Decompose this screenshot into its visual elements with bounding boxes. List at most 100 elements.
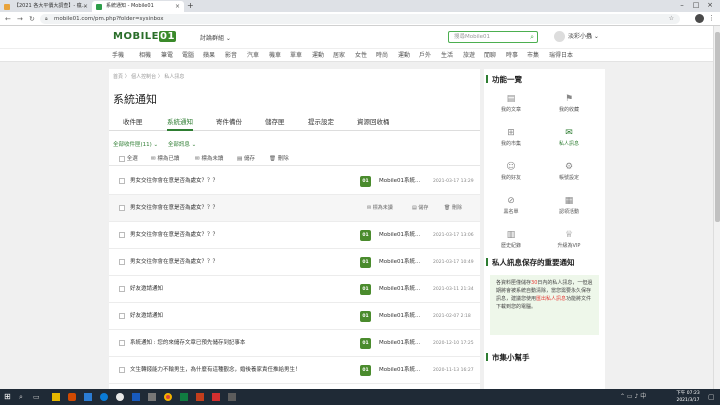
- sidebar-item-my-market[interactable]: ⊞ 我的市集: [492, 127, 530, 157]
- user-menu[interactable]: 淡彩小蟲 ⌄: [554, 31, 599, 43]
- search-icon[interactable]: ⌕: [530, 32, 534, 42]
- category-item[interactable]: 戶外: [419, 49, 431, 63]
- sidebar-item-account-settings[interactable]: ⚙ 帳號設定: [550, 161, 588, 191]
- message-row[interactable]: 文生轉錢能力不輸男生，為什麼有這種觀念，婚後養家責任推給男生！ 01 Mobil…: [109, 357, 480, 384]
- store-icon[interactable]: [84, 393, 92, 401]
- message-row[interactable]: 男女交往你會在意是否為處女？？？ ✉ 標為未讀 ▤ 儲存 🗑︎ 刪除: [109, 195, 480, 222]
- browser-tab-active[interactable]: 系統通知 - Mobile01 ×: [92, 1, 184, 12]
- site-logo[interactable]: MOBILE01: [113, 31, 176, 42]
- category-item[interactable]: 旅遊: [463, 49, 475, 63]
- pdf-icon[interactable]: [212, 393, 220, 401]
- sidebar-item-blacklist[interactable]: ⊘ 黑名單: [492, 195, 530, 225]
- folder-filter-dropdown[interactable]: 全部收件匣(11) ⌄: [113, 142, 158, 148]
- sidebar-item-my-articles[interactable]: ▤ 我的文章: [492, 93, 530, 123]
- sidebar-item-private-messages[interactable]: ✉ 私人訊息: [550, 127, 588, 157]
- app-icon[interactable]: [148, 393, 156, 401]
- checkbox[interactable]: [119, 155, 125, 162]
- mark-unread-button[interactable]: ✉ 標為未讀: [195, 153, 223, 166]
- message-filter-dropdown[interactable]: 全部訊息 ⌄: [168, 142, 196, 148]
- category-item[interactable]: 運動: [398, 49, 410, 63]
- bookmark-star-icon[interactable]: ☆: [669, 14, 674, 24]
- category-item[interactable]: 汽車: [247, 49, 259, 63]
- category-item[interactable]: 影音: [225, 49, 237, 63]
- row-mark-unread-button[interactable]: ✉ 標為未讀: [367, 195, 393, 222]
- category-item[interactable]: 單車: [290, 49, 302, 63]
- sidebar-item-history[interactable]: ▥ 歷史紀錄: [492, 229, 530, 259]
- scrollbar-thumb[interactable]: [715, 32, 720, 222]
- forum-menu[interactable]: 討論群組 ⌄: [200, 33, 231, 42]
- url-field[interactable]: 🔒︎ mobile01.com/pm.php?folder=sysinbox ☆: [40, 14, 680, 24]
- message-subject[interactable]: 文生轉錢能力不輸男生，為什麼有這種觀念，婚後養家責任推給男生！: [130, 357, 301, 384]
- app-icon[interactable]: [116, 393, 124, 401]
- search-icon[interactable]: ⌕: [19, 392, 23, 402]
- file-explorer-icon[interactable]: [52, 393, 60, 401]
- minimize-icon[interactable]: –: [676, 0, 688, 11]
- category-item[interactable]: 機車: [269, 49, 281, 63]
- tab-inbox[interactable]: 收件匣: [123, 115, 143, 129]
- back-icon[interactable]: ←: [5, 14, 11, 24]
- category-item[interactable]: 閒聊: [484, 49, 496, 63]
- delete-button[interactable]: 🗑︎ 刪除: [269, 153, 289, 166]
- message-row[interactable]: 男女交往你會在意是否為處女？？？ 01 Mobile01系統... 2021-0…: [109, 168, 480, 195]
- category-item[interactable]: 時尚: [376, 49, 388, 63]
- window-close-icon[interactable]: ×: [704, 0, 716, 11]
- edge-icon[interactable]: [100, 393, 108, 401]
- category-item[interactable]: 市集: [527, 49, 539, 63]
- sidebar-item-my-bookmarks[interactable]: ⚑ 我的收藏: [550, 93, 588, 123]
- message-subject[interactable]: 系統通知 : 您的來儲存文章已預先儲存到記事本: [130, 330, 245, 357]
- chrome-icon[interactable]: [164, 393, 172, 401]
- row-checkbox[interactable]: [119, 286, 125, 292]
- row-checkbox[interactable]: [119, 259, 125, 265]
- message-subject[interactable]: 好友邀請通知: [130, 276, 163, 303]
- message-row[interactable]: 男女交往你會在意是否為處女？？？ 01 Mobile01系統... 2021-0…: [109, 222, 480, 249]
- message-row[interactable]: 男女交往你會在意是否為處女？？？ 01 Mobile01系統... 2021-0…: [109, 249, 480, 276]
- sidebar-item-claim-events[interactable]: ▦ 認領活動: [550, 195, 588, 225]
- tab-sent[interactable]: 寄件備份: [216, 115, 242, 129]
- powerpoint-icon[interactable]: [196, 393, 204, 401]
- close-tab-icon[interactable]: ×: [83, 1, 88, 12]
- row-checkbox[interactable]: [119, 340, 125, 346]
- browser-tab[interactable]: 【2021 各大平價大調查】- 瘋... ×: [0, 1, 92, 12]
- row-delete-button[interactable]: 🗑︎ 刪除: [444, 195, 462, 222]
- app-icon[interactable]: [228, 393, 236, 401]
- windows-start-icon[interactable]: ⊞: [4, 392, 11, 402]
- sidebar-item-my-friends[interactable]: ☺ 我的好友: [492, 161, 530, 191]
- message-subject[interactable]: 男女交往你會在意是否為處女？？？: [130, 249, 218, 276]
- sidebar-item-upgrade-vip[interactable]: ♕ 升級為VIP: [550, 229, 588, 259]
- category-item[interactable]: 時事: [506, 49, 518, 63]
- browser-menu-icon[interactable]: ⋮: [708, 13, 715, 23]
- tray-icons[interactable]: ⌃ ▭ ♪ 中: [620, 392, 646, 402]
- category-item[interactable]: 電腦: [182, 49, 194, 63]
- tab-recycle-bin[interactable]: 資源回收桶: [357, 115, 390, 129]
- task-view-icon[interactable]: ▭: [33, 392, 40, 402]
- row-checkbox[interactable]: [119, 205, 125, 211]
- notification-icon[interactable]: ▢: [708, 392, 715, 402]
- category-item[interactable]: 女性: [355, 49, 367, 63]
- forward-icon[interactable]: →: [17, 14, 23, 24]
- save-button[interactable]: ▤ 儲存: [237, 153, 255, 166]
- new-tab-icon[interactable]: +: [187, 1, 194, 11]
- reload-icon[interactable]: ↻: [29, 14, 35, 24]
- category-item[interactable]: 筆電: [161, 49, 173, 63]
- message-row[interactable]: 好友邀請通知 01 Mobile01系統... 2021-02-07 2:18: [109, 303, 480, 330]
- row-checkbox[interactable]: [119, 232, 125, 238]
- category-item[interactable]: 瑞得日本: [549, 49, 573, 63]
- row-checkbox[interactable]: [119, 178, 125, 184]
- profile-avatar-icon[interactable]: [695, 14, 704, 23]
- tab-system-notice[interactable]: 系統通知: [167, 115, 193, 131]
- select-all-checkbox[interactable]: 全選: [119, 153, 138, 166]
- message-subject[interactable]: 好友邀請通知: [130, 303, 163, 330]
- breadcrumb[interactable]: 首頁 〉 個人控制台 〉 私人訊息: [113, 73, 184, 80]
- message-subject[interactable]: 男女交往你會在意是否為處女？？？: [130, 195, 218, 222]
- mark-read-button[interactable]: ✉ 標為已讀: [151, 153, 179, 166]
- category-item[interactable]: 生活: [441, 49, 453, 63]
- office-icon[interactable]: [68, 393, 76, 401]
- category-item[interactable]: 手機: [112, 49, 124, 63]
- category-item[interactable]: 相機: [139, 49, 151, 63]
- maximize-icon[interactable]: □: [690, 0, 702, 11]
- excel-icon[interactable]: [180, 393, 188, 401]
- export-messages-link[interactable]: 匯出私人訊息: [536, 296, 566, 302]
- category-item[interactable]: 居家: [333, 49, 345, 63]
- row-checkbox[interactable]: [119, 313, 125, 319]
- message-subject[interactable]: 男女交往你會在意是否為處女？？？: [130, 168, 218, 195]
